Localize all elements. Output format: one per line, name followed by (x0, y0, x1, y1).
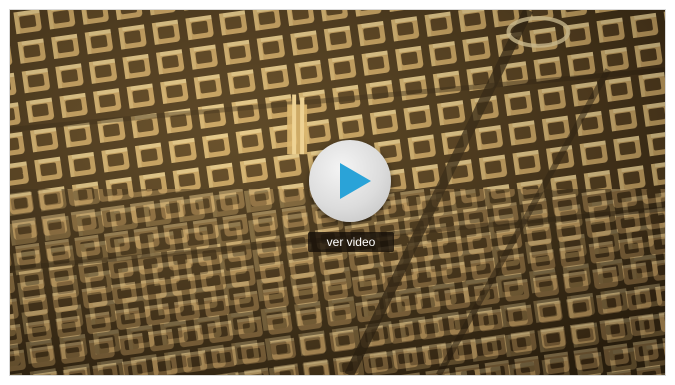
video-player[interactable]: ver video (9, 9, 666, 376)
watch-video-label[interactable]: ver video (308, 232, 394, 252)
play-button[interactable] (309, 140, 391, 222)
play-icon (340, 163, 371, 199)
